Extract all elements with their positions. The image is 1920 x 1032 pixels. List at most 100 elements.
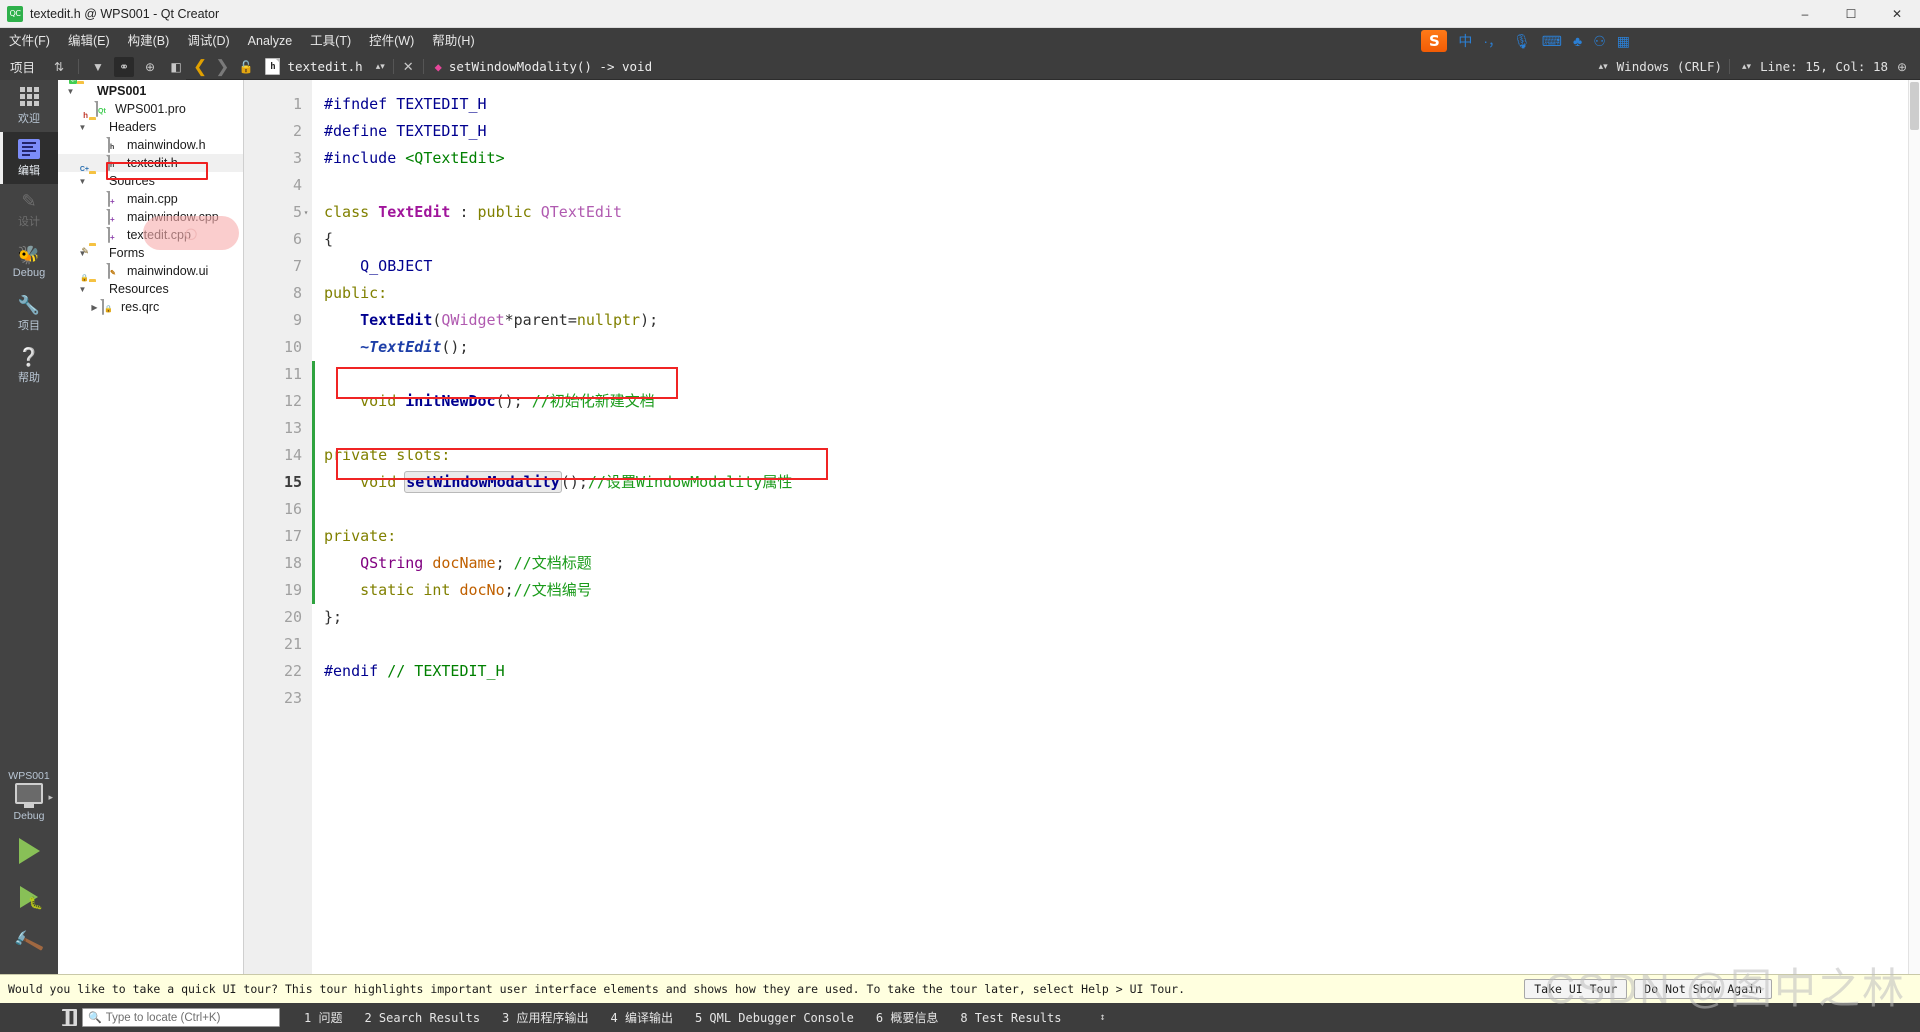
tree-label: Forms: [109, 244, 144, 262]
status-bar: ▌▌ 🔍 Type to locate (Ctrl+K) 1 问题 2 Sear…: [0, 1003, 1920, 1032]
output-pane-compile-output[interactable]: 4 编译输出: [611, 1009, 673, 1026]
output-pane-issues[interactable]: 1 问题: [304, 1009, 342, 1026]
tree-node-mainwindow-cpp[interactable]: + mainwindow.cpp: [58, 208, 243, 226]
editor-scrollbar[interactable]: [1908, 80, 1920, 974]
menu-window[interactable]: 控件(W): [360, 28, 423, 54]
code-editor[interactable]: 1 2 3 4 5 ▾ 6 7 8 9 10 11 12 13 14: [244, 80, 1920, 974]
tree-node-headers[interactable]: ▼ h Headers: [58, 118, 243, 136]
open-document-tab[interactable]: h textedit.h: [261, 54, 370, 80]
ime-skin-icon[interactable]: ♣: [1573, 34, 1582, 48]
take-ui-tour-button[interactable]: Take UI Tour: [1524, 979, 1627, 999]
twisty-icon[interactable]: ▶: [88, 303, 101, 312]
code-line-16: [324, 496, 1920, 523]
mode-edit[interactable]: 编辑: [0, 132, 58, 184]
twisty-icon[interactable]: ▼: [76, 285, 89, 294]
line-number: 16: [244, 496, 302, 523]
close-document-icon[interactable]: ✕: [397, 59, 420, 75]
tree-node-res-qrc[interactable]: ▶ 🔒 res.qrc: [58, 298, 243, 316]
add-split-icon[interactable]: ⊕: [140, 57, 160, 77]
mode-welcome[interactable]: 欢迎: [0, 80, 58, 132]
tree-node-sources[interactable]: ▼ C+ Sources: [58, 172, 243, 190]
ime-keyboard-icon[interactable]: ⌨: [1542, 34, 1562, 48]
build-button[interactable]: 🔨: [0, 920, 58, 966]
mode-help[interactable]: ❔ 帮助: [0, 340, 58, 392]
sogou-logo-icon[interactable]: S: [1421, 30, 1447, 52]
do-not-show-again-button[interactable]: Do Not Show Again: [1634, 979, 1772, 999]
menu-edit[interactable]: 编辑(E): [59, 28, 119, 54]
mode-design-label: 设计: [18, 213, 40, 229]
navigate-forward-icon[interactable]: ❯: [212, 58, 232, 75]
menu-help[interactable]: 帮助(H): [423, 28, 483, 54]
symbol-selector-label: setWindowModality() -> void: [449, 59, 652, 74]
bug-icon: 🐝: [18, 246, 40, 264]
menu-file[interactable]: 文件(F): [0, 28, 59, 54]
ui-tour-message: Would you like to take a quick UI tour? …: [8, 982, 1185, 996]
lock-icon[interactable]: 🔓: [235, 60, 258, 74]
scrollbar-thumb[interactable]: [1910, 82, 1919, 130]
tree-node-forms[interactable]: ▼ ✎ Forms: [58, 244, 243, 262]
project-panel-header: 项目 ⇅ ▼ ⚭ ⊕ ◧: [0, 54, 186, 80]
output-pane-general-messages[interactable]: 6 概要信息: [876, 1009, 938, 1026]
kit-selector[interactable]: WPS001 ▸ Debug: [0, 766, 58, 828]
close-button[interactable]: ✕: [1874, 0, 1920, 28]
code-line-19: static int docNo;//文档编号: [324, 577, 1920, 604]
line-ending-dropdown-icon[interactable]: ▴▾: [1594, 62, 1613, 71]
tree-node-mainwindow-h[interactable]: h mainwindow.h: [58, 136, 243, 154]
menu-analyze[interactable]: Analyze: [239, 28, 301, 54]
navigate-back-icon[interactable]: ❮: [190, 58, 210, 75]
menu-build[interactable]: 构建(B): [119, 28, 179, 54]
tree-label: Resources: [109, 280, 169, 298]
run-button[interactable]: [0, 828, 58, 874]
collapse-panel-icon[interactable]: ◧: [166, 57, 186, 77]
mode-design[interactable]: ✎ 设计: [0, 184, 58, 236]
output-pane-app-output[interactable]: 3 应用程序输出: [502, 1009, 588, 1026]
tree-node-textedit-cpp[interactable]: + textedit.cpp: [58, 226, 243, 244]
tree-label: mainwindow.cpp: [127, 208, 219, 226]
sort-icon[interactable]: ⇅: [49, 57, 69, 77]
line-ending-label[interactable]: Windows (CRLF): [1617, 59, 1722, 74]
toolbar-divider-4: [1729, 59, 1730, 74]
twisty-icon[interactable]: ▼: [76, 177, 89, 186]
twisty-icon[interactable]: ▼: [64, 87, 77, 96]
minimize-button[interactable]: –: [1782, 0, 1828, 28]
locator-toggle-icon[interactable]: ▌▌: [62, 1009, 77, 1026]
toolbar-divider: [78, 59, 79, 74]
menu-debug[interactable]: 调试(D): [178, 28, 238, 54]
output-pane-search-results[interactable]: 2 Search Results: [364, 1011, 480, 1025]
code-line-6: {: [324, 226, 1920, 253]
line-number: 1: [244, 91, 302, 118]
output-pane-test-results[interactable]: 8 Test Results: [960, 1011, 1061, 1025]
line-number: 23: [244, 685, 302, 712]
tree-node-wps001[interactable]: ▼ Qt WPS001: [58, 82, 243, 100]
link-with-editor-icon[interactable]: ⚭: [114, 57, 134, 77]
locator-input[interactable]: 🔍 Type to locate (Ctrl+K): [82, 1008, 280, 1027]
document-dropdown-icon[interactable]: ▴▾: [371, 62, 390, 71]
mode-debug[interactable]: 🐝 Debug: [0, 236, 58, 288]
ime-chinese-mode-icon[interactable]: 中: [1458, 34, 1472, 48]
debug-button[interactable]: 🐛: [0, 874, 58, 920]
mode-projects[interactable]: 🔧 项目: [0, 288, 58, 340]
folder-resources-icon: 🔒: [89, 282, 105, 297]
output-pane-qml-debugger[interactable]: 5 QML Debugger Console: [695, 1011, 854, 1025]
maximize-button[interactable]: ☐: [1828, 0, 1874, 28]
ime-punctuation-icon[interactable]: ·，: [1483, 34, 1502, 48]
mode-bar-bottom: WPS001 ▸ Debug 🐛 🔨: [0, 766, 58, 974]
code-content[interactable]: #ifndef TEXTEDIT_H #define TEXTEDIT_H #i…: [312, 80, 1920, 974]
tree-node-main-cpp[interactable]: + main.cpp: [58, 190, 243, 208]
symbol-selector[interactable]: ◆ setWindowModality() -> void: [427, 59, 660, 74]
menu-tools[interactable]: 工具(T): [301, 28, 360, 54]
encoding-dropdown-icon[interactable]: ▴▾: [1737, 62, 1756, 71]
ime-voice-icon[interactable]: 🎙: [1513, 34, 1531, 48]
fold-marker-icon[interactable]: ▾: [300, 199, 312, 226]
slot-icon: ◆: [435, 60, 442, 74]
output-pane-expand-icon[interactable]: ↕: [1100, 1012, 1106, 1023]
filter-icon[interactable]: ▼: [88, 57, 108, 77]
ime-apps-icon[interactable]: ▦: [1617, 34, 1630, 48]
tree-node-resources[interactable]: ▼ 🔒 Resources: [58, 280, 243, 298]
ime-games-icon[interactable]: ⚇: [1593, 34, 1606, 48]
twisty-icon[interactable]: ▼: [76, 123, 89, 132]
split-editor-icon[interactable]: ⊕: [1892, 57, 1912, 77]
code-line-22: #endif // TEXTEDIT_H: [324, 658, 1920, 685]
grid-icon: [19, 87, 39, 107]
tree-label: Headers: [109, 118, 156, 136]
